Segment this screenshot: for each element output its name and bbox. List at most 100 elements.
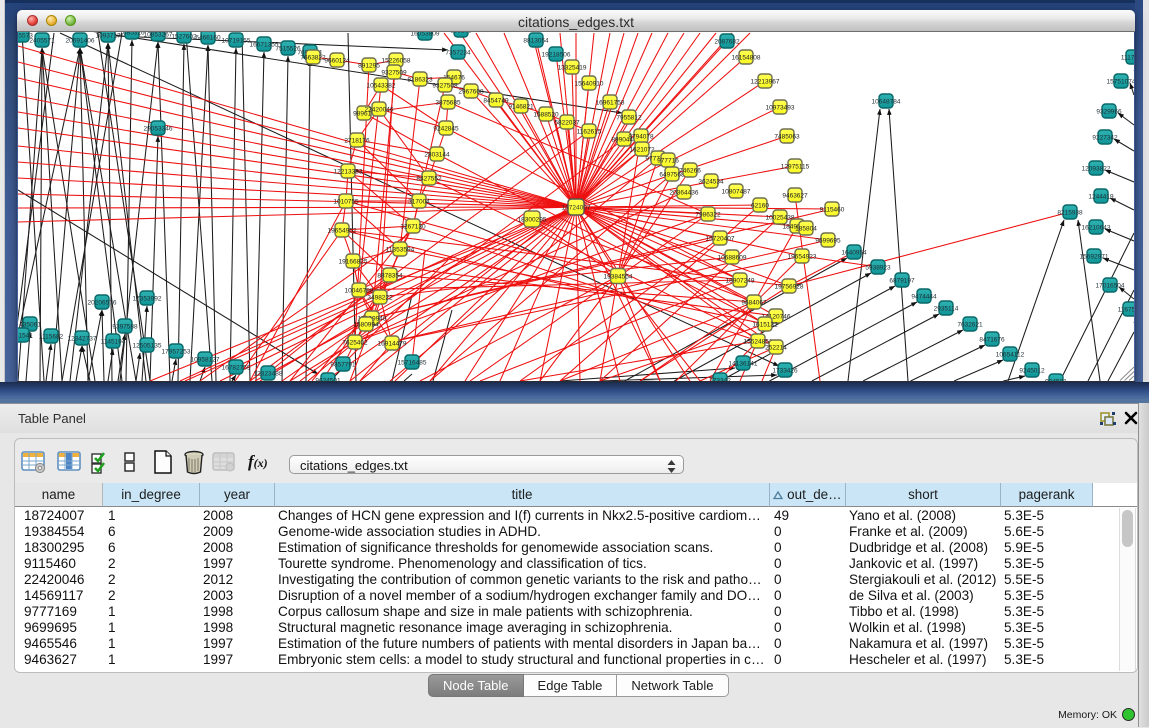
svg-text:16782759: 16782759 — [222, 365, 251, 372]
svg-text:10654112: 10654112 — [996, 352, 1025, 359]
svg-text:15640910: 15640910 — [575, 81, 604, 88]
svg-text:9245012: 9245012 — [1019, 368, 1045, 375]
svg-text:9624501: 9624501 — [315, 378, 341, 382]
svg-text:1010755: 1010755 — [333, 199, 359, 206]
svg-text:1244419: 1244419 — [1088, 194, 1114, 201]
svg-text:9684067: 9684067 — [741, 300, 767, 307]
svg-text:9463627: 9463627 — [782, 193, 808, 200]
svg-text:13325419: 13325419 — [558, 65, 587, 72]
svg-text:9146821: 9146821 — [508, 104, 534, 111]
svg-text:20364436: 20364436 — [670, 190, 699, 197]
svg-text:15226058: 15226058 — [382, 58, 411, 65]
svg-text:8813054: 8813054 — [523, 38, 549, 45]
svg-text:9327509: 9327509 — [381, 70, 407, 77]
svg-text:8186323: 8186323 — [407, 77, 433, 84]
svg-text:1085326: 1085326 — [119, 32, 145, 37]
svg-text:10543382: 10543382 — [367, 83, 396, 90]
svg-text:891295: 891295 — [358, 63, 380, 70]
svg-text:2087682: 2087682 — [714, 39, 740, 46]
svg-text:7663822: 7663822 — [300, 55, 326, 62]
svg-text:12975115: 12975115 — [781, 164, 810, 171]
svg-text:6879197: 6879197 — [889, 278, 915, 285]
svg-text:746266: 746266 — [679, 168, 701, 175]
svg-text:15692971: 15692971 — [1080, 254, 1109, 261]
svg-text:16961758: 16961758 — [596, 100, 625, 107]
svg-text:10973493: 10973493 — [766, 105, 795, 112]
svg-text:977716: 977716 — [657, 158, 679, 165]
svg-text:1145194: 1145194 — [101, 339, 126, 346]
svg-text:7632621: 7632621 — [957, 322, 983, 329]
svg-text:20206576: 20206576 — [88, 300, 117, 307]
svg-text:883105: 883105 — [450, 32, 472, 35]
svg-text:1115682: 1115682 — [39, 334, 64, 341]
svg-text:17957253: 17957253 — [162, 349, 191, 356]
svg-text:185804: 185804 — [795, 226, 817, 233]
svg-text:8471676: 8471676 — [979, 337, 1005, 344]
svg-text:9242845: 9242845 — [433, 126, 459, 133]
svg-text:16914479: 16914479 — [378, 341, 407, 348]
svg-text:3267130: 3267130 — [400, 224, 426, 231]
svg-text:391541: 391541 — [18, 333, 33, 340]
svg-text:15751074: 15751074 — [1107, 79, 1134, 86]
svg-text:17353992: 17353992 — [133, 296, 162, 303]
svg-text:22420046: 22420046 — [365, 107, 394, 114]
svg-text:924501: 924501 — [1045, 379, 1067, 382]
svg-text:3875685: 3875685 — [435, 100, 461, 107]
svg-text:12342737: 12342737 — [68, 336, 97, 343]
svg-text:1615132: 1615132 — [752, 322, 778, 329]
svg-text:8454749: 8454749 — [483, 98, 509, 105]
svg-text:1580994: 1580994 — [353, 322, 379, 329]
svg-text:16210643: 16210643 — [1082, 225, 1111, 232]
svg-text:18907249: 18907249 — [726, 278, 755, 285]
svg-text:9857791: 9857791 — [330, 362, 356, 369]
svg-text:252214: 252214 — [765, 345, 787, 352]
svg-text:12323488: 12323488 — [254, 371, 283, 378]
svg-text:6466160: 6466160 — [195, 35, 221, 42]
svg-text:8215938: 8215938 — [1057, 210, 1083, 217]
svg-text:1588520: 1588520 — [533, 112, 559, 119]
svg-text:7485063: 7485063 — [774, 134, 800, 141]
svg-text:1117436: 1117436 — [1121, 55, 1134, 62]
svg-text:2718176: 2718176 — [344, 138, 370, 145]
svg-text:10648784: 10648784 — [872, 99, 901, 106]
svg-text:1093717: 1093717 — [95, 33, 121, 40]
svg-text:1167534: 1167534 — [1118, 307, 1134, 314]
svg-text:1733426: 1733426 — [772, 368, 798, 375]
svg-text:5822037: 5822037 — [554, 120, 580, 127]
svg-text:8427552: 8427552 — [416, 176, 442, 183]
svg-text:19218506: 19218506 — [542, 52, 571, 59]
svg-text:17016504: 17016504 — [1096, 283, 1125, 290]
svg-text:2405571: 2405571 — [29, 38, 55, 45]
svg-text:173342: 173342 — [709, 378, 731, 382]
svg-text:7986322: 7986322 — [695, 212, 721, 219]
svg-text:10853267: 10853267 — [144, 32, 173, 39]
svg-text:9397588: 9397588 — [112, 324, 138, 331]
svg-text:15720407: 15720407 — [706, 236, 735, 243]
svg-text:5938923: 5938923 — [865, 265, 891, 272]
svg-text:7955812: 7955812 — [616, 115, 642, 122]
svg-text:1162615: 1162615 — [577, 129, 602, 136]
svg-text:12093822: 12093822 — [1082, 166, 1111, 173]
svg-text:9227342: 9227342 — [1092, 135, 1118, 142]
svg-text:62160: 62160 — [751, 203, 769, 210]
svg-text:7625402: 7625402 — [342, 340, 368, 347]
svg-text:15716485: 15716485 — [398, 360, 427, 367]
svg-text:29053346: 29053346 — [144, 126, 173, 133]
svg-text:12505135: 12505135 — [133, 343, 162, 350]
svg-text:8878354: 8878354 — [377, 273, 403, 280]
svg-text:9794078: 9794078 — [628, 134, 654, 141]
svg-text:9660124: 9660124 — [324, 58, 350, 65]
svg-text:9474444: 9474444 — [911, 294, 937, 301]
svg-text:3498222: 3498222 — [367, 295, 393, 302]
svg-text:16053809: 16053809 — [411, 32, 440, 38]
svg-text:10807487: 10807487 — [722, 189, 751, 196]
svg-text:12213967: 12213967 — [751, 79, 780, 86]
svg-text:1527602: 1527602 — [171, 34, 197, 41]
svg-text:19166825: 19166825 — [339, 259, 368, 266]
svg-text:9327508: 9327508 — [432, 83, 458, 90]
svg-text:9699695: 9699695 — [815, 238, 841, 245]
svg-text:10688609: 10688609 — [718, 255, 747, 262]
svg-text:10958127: 10958127 — [191, 357, 220, 364]
svg-text:19654923: 19654923 — [788, 254, 817, 261]
svg-text:2935114: 2935114 — [934, 306, 959, 313]
